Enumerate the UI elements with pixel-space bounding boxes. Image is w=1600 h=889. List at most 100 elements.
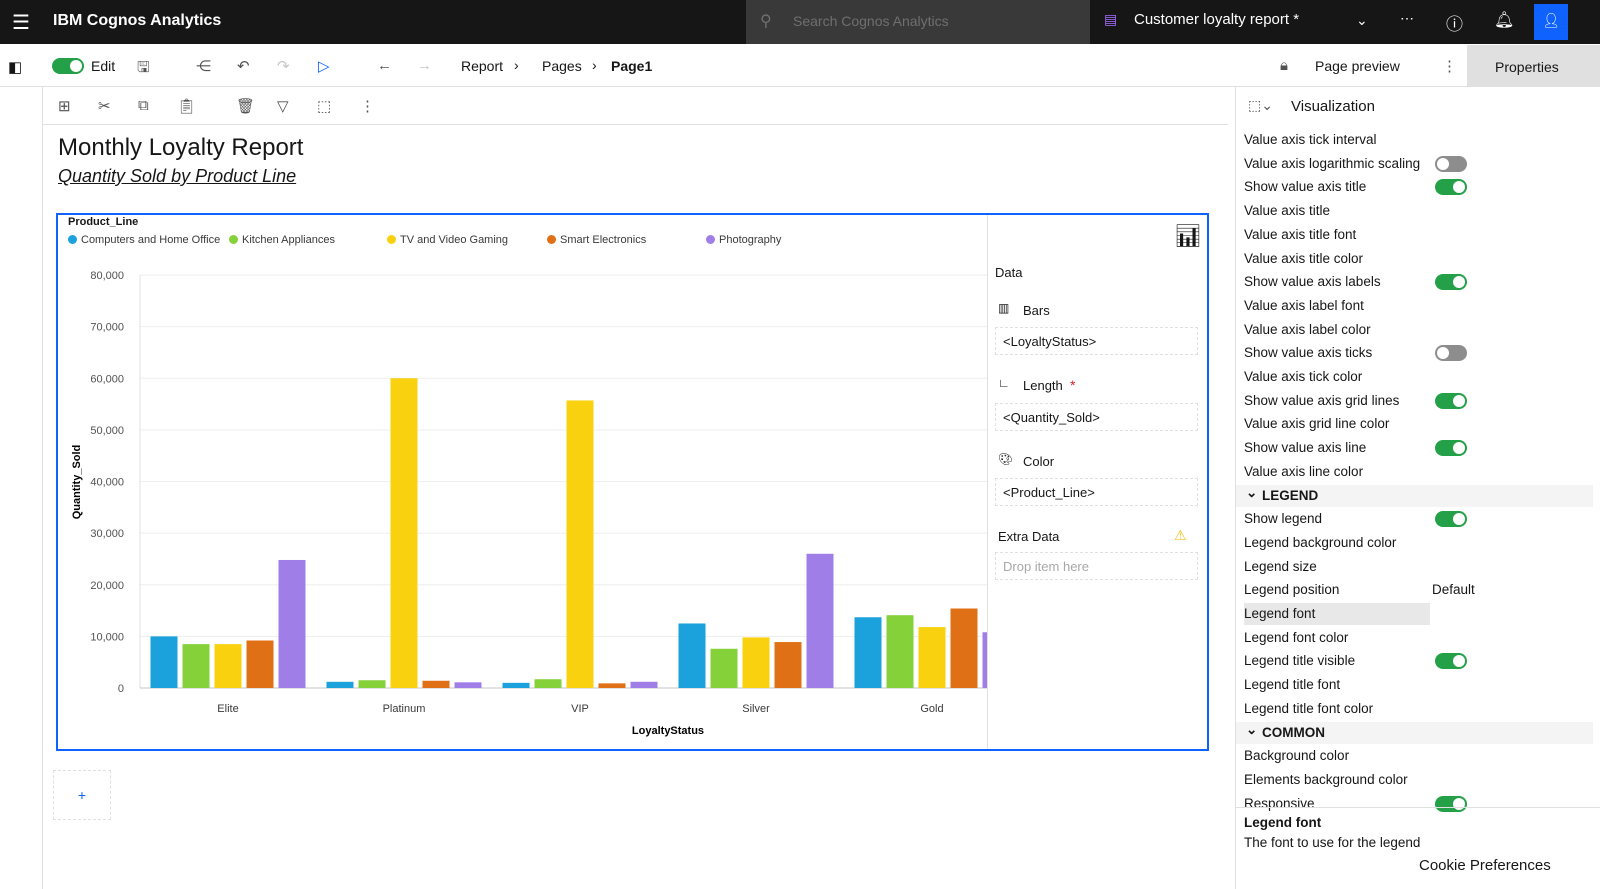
property-row[interactable]: Value axis tick color (1244, 366, 1600, 388)
x-axis-title: LoyaltyStatus (632, 725, 704, 737)
properties-button[interactable]: Properties (1467, 45, 1600, 87)
property-row[interactable]: Legend title visible (1244, 650, 1600, 672)
breadcrumb-pages[interactable]: Pages (542, 58, 582, 74)
bars-field[interactable]: <LoyaltyStatus> (995, 327, 1198, 355)
property-row[interactable]: Value axis title color (1244, 248, 1600, 270)
edit-toggle[interactable] (52, 58, 84, 74)
run-icon[interactable]: ▷ (318, 57, 330, 75)
property-row[interactable]: Value axis line color (1244, 461, 1600, 483)
property-row[interactable]: Value axis tick interval (1244, 129, 1600, 151)
property-toggle[interactable] (1435, 155, 1467, 172)
avatar[interactable]: 👤︎ (1534, 4, 1568, 40)
legend-item[interactable]: Smart Electronics (547, 234, 646, 246)
property-toggle[interactable] (1435, 345, 1467, 362)
insert-icon[interactable]: ⊞ (58, 97, 71, 115)
y-tick-label: 60,000 (90, 373, 124, 385)
left-sidebar (0, 87, 43, 889)
property-value[interactable]: Default (1432, 582, 1475, 597)
property-row[interactable]: Show value axis labels (1244, 271, 1600, 293)
filter-icon[interactable]: ▽ (277, 97, 289, 115)
more-vertical-icon[interactable]: ⋮ (360, 97, 375, 115)
property-row[interactable]: Background color (1244, 745, 1600, 767)
forward-icon[interactable]: → (417, 57, 432, 74)
legend-item[interactable]: Computers and Home Office (68, 234, 220, 246)
visualization-icon[interactable]: ⬚⌄ (1248, 97, 1273, 114)
property-row[interactable]: Legend font color (1244, 627, 1600, 649)
property-row[interactable]: Legend title font color (1244, 698, 1600, 720)
undo-icon[interactable]: ↶ (237, 57, 250, 75)
chevron-down-icon[interactable]: ⌄ (1246, 485, 1257, 501)
menu-icon[interactable]: ☰ (12, 10, 30, 35)
more-icon[interactable]: ⋯ (1400, 10, 1414, 27)
property-row[interactable]: Show value axis ticks (1244, 342, 1600, 364)
app-title: IBM Cognos Analytics (53, 12, 222, 29)
property-row[interactable]: Show value axis title (1244, 176, 1600, 198)
report-subtitle[interactable]: Quantity Sold by Product Line (58, 166, 296, 187)
breadcrumb-page1[interactable]: Page1 (611, 58, 652, 74)
property-row[interactable]: Legend title font (1244, 674, 1600, 696)
property-toggle[interactable] (1435, 795, 1467, 812)
property-label: COMMON (1262, 724, 1325, 740)
report-title[interactable]: Monthly Loyalty Report (58, 134, 303, 162)
length-icon: ∟ (998, 376, 1010, 390)
property-row[interactable]: Value axis title font (1244, 224, 1600, 246)
paste-icon[interactable]: 📋︎ (177, 97, 196, 115)
property-toggle[interactable] (1435, 653, 1467, 670)
property-row[interactable]: Show legend (1244, 508, 1600, 530)
report-name[interactable]: Customer loyalty report * (1134, 11, 1299, 28)
required-marker: * (1070, 377, 1076, 393)
property-row[interactable]: Show value axis line (1244, 437, 1600, 459)
property-row[interactable]: Value axis logarithmic scaling (1244, 153, 1600, 175)
help-icon[interactable]: ⓘ (1446, 10, 1463, 35)
section-header[interactable]: COMMON ⌄ (1236, 721, 1593, 744)
share-icon[interactable]: ⋲ (196, 57, 211, 75)
property-row[interactable]: Elements background color (1244, 769, 1600, 791)
chevron-down-icon[interactable]: ⌄ (1246, 722, 1257, 738)
property-toggle[interactable] (1435, 392, 1467, 409)
property-row[interactable]: Legend font (1244, 603, 1430, 625)
panel-toggle-icon[interactable]: ◧ (8, 58, 22, 76)
divider (1236, 807, 1600, 808)
cut-icon[interactable]: ✂ (98, 97, 111, 115)
color-label: Color (1023, 454, 1055, 469)
extra-data-dropzone[interactable]: Drop item here (995, 552, 1198, 580)
page-preview-dropdown[interactable]: Page preview (1315, 58, 1400, 74)
length-field[interactable]: <Quantity_Sold> (995, 403, 1198, 431)
more-vertical-icon[interactable]: ⋮ (1442, 57, 1457, 75)
add-block-button[interactable]: + (53, 770, 111, 820)
delete-icon[interactable]: 🗑︎ (236, 97, 255, 115)
legend-item[interactable]: Photography (706, 234, 781, 246)
property-row[interactable]: Show value axis grid lines (1244, 390, 1600, 412)
property-row[interactable]: Value axis label font (1244, 295, 1600, 317)
property-toggle[interactable] (1435, 274, 1467, 291)
property-row[interactable]: Value axis label color (1244, 319, 1600, 341)
back-icon[interactable]: ← (377, 57, 392, 74)
property-row[interactable]: Value axis grid line color (1244, 413, 1600, 435)
legend-label: Computers and Home Office (81, 234, 221, 246)
property-row[interactable]: Value axis title (1244, 200, 1600, 222)
search-input[interactable]: ⚲ Search Cognos Analytics (746, 0, 1090, 44)
notification-icon[interactable]: 🔔︎ (1494, 10, 1514, 30)
legend-item[interactable]: TV and Video Gaming (387, 234, 508, 246)
section-header[interactable]: LEGEND ⌄ (1236, 484, 1593, 507)
cookie-preferences-link[interactable]: Cookie Preferences (1419, 857, 1551, 874)
bar-chart-icon[interactable]: 📊︎ (1174, 223, 1202, 249)
property-row[interactable]: Legend background color (1244, 532, 1600, 554)
chevron-down-icon[interactable]: ⌄ (1356, 12, 1368, 29)
lock-icon[interactable]: 🔒︎ (1280, 57, 1288, 74)
property-label: Value axis label color (1244, 321, 1371, 337)
legend-item[interactable]: Kitchen Appliances (229, 234, 335, 246)
save-icon[interactable]: 🖫 (137, 57, 150, 82)
color-field[interactable]: <Product_Line> (995, 478, 1198, 506)
property-row[interactable]: Responsive (1244, 793, 1600, 815)
y-tick-label: 50,000 (90, 425, 124, 437)
copy-icon[interactable]: ⧉ (138, 97, 149, 114)
breadcrumb-report[interactable]: Report (461, 58, 503, 74)
property-row[interactable]: Legend size (1244, 556, 1600, 578)
property-toggle[interactable] (1435, 511, 1467, 528)
redo-icon[interactable]: ↷ (277, 57, 290, 75)
property-row[interactable]: Legend position Default (1244, 579, 1600, 601)
property-toggle[interactable] (1435, 179, 1467, 196)
property-toggle[interactable] (1435, 440, 1467, 457)
select-icon[interactable]: ⬚ (317, 97, 331, 115)
